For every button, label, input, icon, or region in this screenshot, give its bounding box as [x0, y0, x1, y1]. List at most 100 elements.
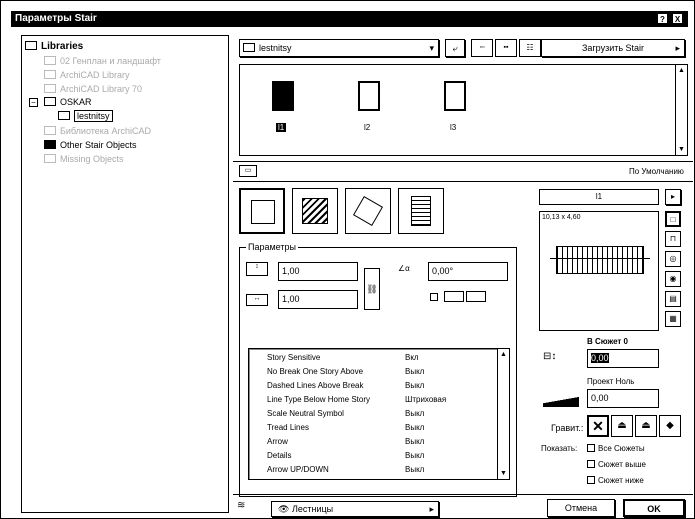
list-scrollbar[interactable]: ▲ ▼	[497, 349, 509, 479]
folder-select[interactable]: lestnitsy ▾	[239, 39, 439, 57]
parameters-group: Параметры ↕ 1,00 ↔ 1,00 ⛓ ∠α 0,00° Story…	[239, 242, 517, 497]
divider	[233, 181, 693, 182]
stair-object-icon[interactable]	[444, 81, 466, 111]
list-item[interactable]: Details Выкл	[249, 451, 509, 465]
object-scrollbar[interactable]: ▲ ▼	[675, 65, 687, 155]
folder-icon	[58, 111, 70, 120]
divider	[233, 494, 693, 495]
cancel-button[interactable]: Отмена	[547, 499, 615, 517]
mirror-x-icon[interactable]	[444, 291, 464, 302]
list-item[interactable]: Line Type Below Home Story Штриховая	[249, 395, 509, 409]
title-bar[interactable]: Параметры Stair ? X	[11, 11, 688, 27]
scroll-down-icon[interactable]: ▼	[500, 470, 507, 477]
list-item[interactable]: Arrow Выкл	[249, 437, 509, 451]
tree-item-other-stair-objects[interactable]: Other Stair Objects	[44, 140, 137, 150]
angle-icon: ∠α	[398, 264, 410, 273]
object-label-l3: l3	[450, 123, 457, 132]
eye-icon: 👁︎	[278, 504, 292, 514]
layer-icon: ≋	[237, 500, 246, 511]
preview-box: 10,13 x 4,60	[539, 211, 659, 331]
preview-size-text: 10,13 x 4,60	[542, 214, 581, 221]
tree-item-lestnitsy[interactable]: lestnitsy	[58, 110, 113, 122]
layer-select[interactable]: 👁︎ Лестницы ▸	[271, 501, 439, 517]
ok-button[interactable]: OK	[623, 499, 685, 517]
list-item[interactable]: Scale Neutral Symbol Выкл	[249, 409, 509, 423]
folder-icon	[243, 43, 255, 52]
close-button[interactable]: X	[672, 13, 683, 24]
scroll-up-icon[interactable]: ▲	[678, 67, 685, 74]
stair-object-icon[interactable]	[272, 81, 294, 111]
view-side-button[interactable]: ◎	[665, 251, 681, 267]
view-plan-button[interactable]: □	[665, 211, 681, 227]
width-icon: ↔	[246, 294, 268, 306]
small-icons-view-icon[interactable]: ▪▪	[495, 39, 517, 57]
gravity-label: Гравит.:	[551, 423, 584, 433]
collapse-toggle-icon[interactable]: −	[29, 98, 38, 107]
tree-item-libraries[interactable]: Libraries	[25, 41, 83, 52]
story-label: В Сюжет 0	[587, 337, 629, 346]
tab-pattern-icon[interactable]	[292, 188, 338, 234]
height-field[interactable]: 1,00	[278, 262, 358, 281]
list-item[interactable]: Story Sensitive Вкл	[249, 353, 509, 367]
tab-parameters-icon[interactable]	[239, 188, 285, 234]
list-item[interactable]: Dashed Lines Above Break Выкл	[249, 381, 509, 395]
projection-label: Проект Ноль	[587, 377, 635, 386]
tree-item-missing-objects[interactable]: Missing Objects	[44, 154, 124, 164]
projection-icon	[543, 393, 579, 407]
stair-object-icon[interactable]	[358, 81, 380, 111]
help-button[interactable]: ?	[657, 13, 668, 24]
checkbox[interactable]	[587, 476, 595, 484]
chain-link-icon[interactable]: ⛓	[364, 268, 380, 310]
show-all-stories-option[interactable]: Все Сюжеты	[587, 444, 645, 453]
tree-item-archicad-library-70[interactable]: ArchiCAD Library 70	[44, 84, 142, 94]
story-offset-field[interactable]: 0,00	[587, 349, 659, 368]
preview-name: l1	[539, 189, 659, 205]
preview-next-button[interactable]: ▸	[665, 189, 681, 205]
up-folder-button[interactable]: ⤶	[445, 39, 465, 57]
folder-icon	[25, 41, 37, 50]
mirror-checkbox[interactable]	[430, 292, 441, 302]
width-field[interactable]: 1,00	[278, 290, 358, 309]
checkbox[interactable]	[587, 444, 595, 452]
gravity-off-icon[interactable]: ✕	[587, 415, 609, 437]
view-elevation-button[interactable]: ▤	[665, 291, 681, 307]
collapse-panel-icon[interactable]: ▭	[239, 165, 257, 177]
folder-icon	[44, 140, 56, 149]
object-browser[interactable]: l1 l2 l3 ▲ ▼	[239, 64, 688, 156]
tree-item-biblioteka[interactable]: Библиотека ArchiCAD	[44, 126, 151, 136]
tree-item-archicad-library[interactable]: ArchiCAD Library	[44, 70, 130, 80]
checkbox[interactable]	[587, 460, 595, 468]
tab-3d-icon[interactable]	[345, 188, 391, 234]
arrow-right-icon: ▸	[429, 504, 434, 514]
mirror-y-icon[interactable]	[466, 291, 486, 302]
view-axon-button[interactable]: ◉	[665, 271, 681, 287]
list-item[interactable]: Arrow UP/DOWN Выкл	[249, 465, 509, 479]
list-item[interactable]: Tread Lines Выкл	[249, 423, 509, 437]
parameter-list[interactable]: Story Sensitive Вкл No Break One Story Ab…	[248, 348, 510, 480]
show-story-below-option[interactable]: Сюжет ниже	[587, 476, 644, 485]
scroll-down-icon[interactable]: ▼	[678, 146, 685, 153]
gravity-roof-icon[interactable]: ◆	[659, 415, 681, 437]
object-label-l1: l1	[276, 123, 287, 132]
tree-item-oskar[interactable]: OSKAR	[44, 97, 92, 107]
folder-icon	[44, 154, 56, 163]
tree-item-genplan[interactable]: 02 Генплан и ландшафт	[44, 56, 161, 66]
projection-field[interactable]: 0,00	[587, 389, 659, 408]
folder-icon	[44, 56, 56, 65]
angle-field[interactable]: 0,00°	[428, 262, 508, 281]
show-story-above-option[interactable]: Сюжет выше	[587, 460, 646, 469]
view-section-button[interactable]: ▦	[665, 311, 681, 327]
gravity-slab-top-icon[interactable]: ⏏	[611, 415, 633, 437]
scroll-up-icon[interactable]: ▲	[500, 351, 507, 358]
list-view-icon[interactable]: ☷	[519, 39, 541, 57]
view-front-button[interactable]: ⊓	[665, 231, 681, 247]
load-stair-button[interactable]: Загрузить Stair ▸	[541, 39, 685, 57]
library-tree[interactable]: Libraries 02 Генплан и ландшафт ArchiCAD…	[21, 35, 229, 513]
show-label: Показать:	[541, 444, 578, 453]
tab-listing-icon[interactable]	[398, 188, 444, 234]
large-icons-view-icon[interactable]: ▫▫	[471, 39, 493, 57]
folder-icon	[44, 84, 56, 93]
gravity-slab-bottom-icon[interactable]: ⏏	[635, 415, 657, 437]
list-item[interactable]: No Break One Story Above Выкл	[249, 367, 509, 381]
axis-line	[550, 258, 650, 259]
